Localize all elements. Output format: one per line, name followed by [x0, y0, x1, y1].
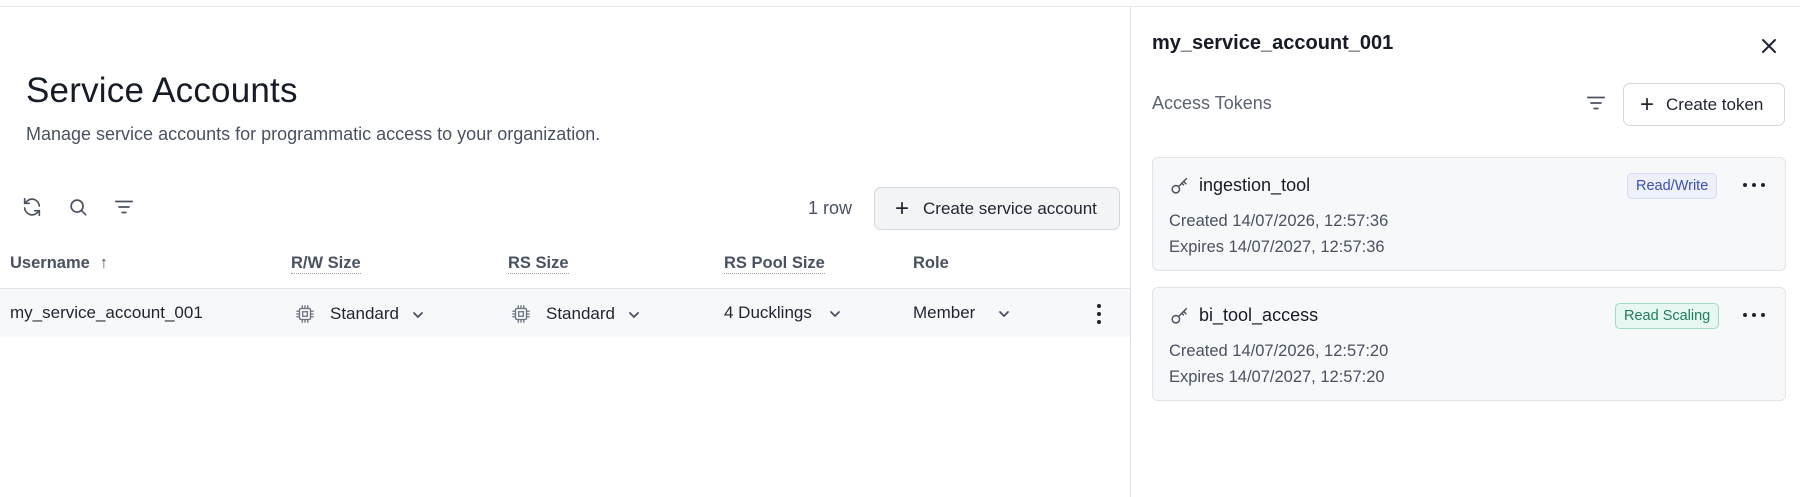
token-created: Created 14/07/2026, 12:57:36: [1169, 212, 1389, 230]
chevron-down-icon: [411, 307, 425, 321]
row-actions-menu-icon[interactable]: [1090, 301, 1108, 327]
access-tokens-label: Access Tokens: [1152, 93, 1272, 113]
column-header-rs-size[interactable]: RS Size: [508, 254, 569, 274]
create-token-button[interactable]: + Create token: [1623, 83, 1785, 126]
chevron-down-icon: [997, 306, 1011, 320]
key-icon: [1169, 305, 1191, 327]
column-header-rs-pool-size[interactable]: RS Pool Size: [724, 254, 825, 274]
filter-icon[interactable]: [1583, 90, 1609, 116]
column-header-role[interactable]: Role: [913, 254, 949, 273]
page-subtitle: Manage service accounts for programmatic…: [26, 124, 601, 144]
refresh-icon[interactable]: [18, 193, 46, 221]
key-icon: [1169, 175, 1191, 197]
page-title: Service Accounts: [26, 71, 298, 110]
token-created: Created 14/07/2026, 12:57:20: [1169, 342, 1389, 360]
filter-icon[interactable]: [110, 193, 138, 221]
rw-size-select[interactable]: Standard: [294, 303, 425, 325]
chevron-down-icon: [627, 307, 641, 321]
column-header-username[interactable]: Username ↑: [10, 254, 108, 273]
create-service-account-button[interactable]: + Create service account: [874, 187, 1120, 230]
create-token-label: Create token: [1666, 94, 1764, 114]
chevron-down-icon: [828, 306, 842, 320]
search-icon[interactable]: [64, 193, 92, 221]
token-card: ingestion_tool Read/Write Created 14/07/…: [1152, 157, 1786, 271]
row-count: 1 row: [808, 198, 853, 218]
sort-ascending-icon: ↑: [99, 254, 109, 272]
token-permission-badge: Read Scaling: [1615, 303, 1720, 329]
token-expires: Expires 14/07/2027, 12:57:20: [1169, 368, 1385, 386]
rs-pool-size-select[interactable]: 4 Ducklings: [724, 303, 842, 323]
rs-size-select[interactable]: Standard: [510, 303, 641, 325]
plus-icon: +: [1640, 90, 1655, 118]
column-header-rw-size[interactable]: R/W Size: [291, 254, 361, 274]
service-accounts-page: Service Accounts Manage service accounts…: [0, 7, 1130, 497]
token-name: bi_tool_access: [1199, 305, 1319, 325]
panel-title: my_service_account_001: [1152, 32, 1394, 54]
close-icon[interactable]: [1758, 35, 1780, 57]
token-card: bi_tool_access Read Scaling Created 14/0…: [1152, 287, 1786, 401]
token-more-options-icon[interactable]: [1743, 310, 1765, 320]
plus-icon: +: [895, 194, 910, 222]
username-cell: my_service_account_001: [10, 303, 203, 322]
token-expires: Expires 14/07/2027, 12:57:36: [1169, 238, 1385, 256]
chip-icon: [510, 303, 532, 325]
service-account-details-panel: my_service_account_001 Access Tokens + C…: [1130, 7, 1800, 497]
token-more-options-icon[interactable]: [1743, 180, 1765, 190]
chip-icon: [294, 303, 316, 325]
token-name: ingestion_tool: [1199, 175, 1311, 195]
token-permission-badge: Read/Write: [1627, 173, 1718, 199]
create-service-account-label: Create service account: [923, 198, 1097, 218]
role-select[interactable]: Member: [913, 303, 1011, 323]
